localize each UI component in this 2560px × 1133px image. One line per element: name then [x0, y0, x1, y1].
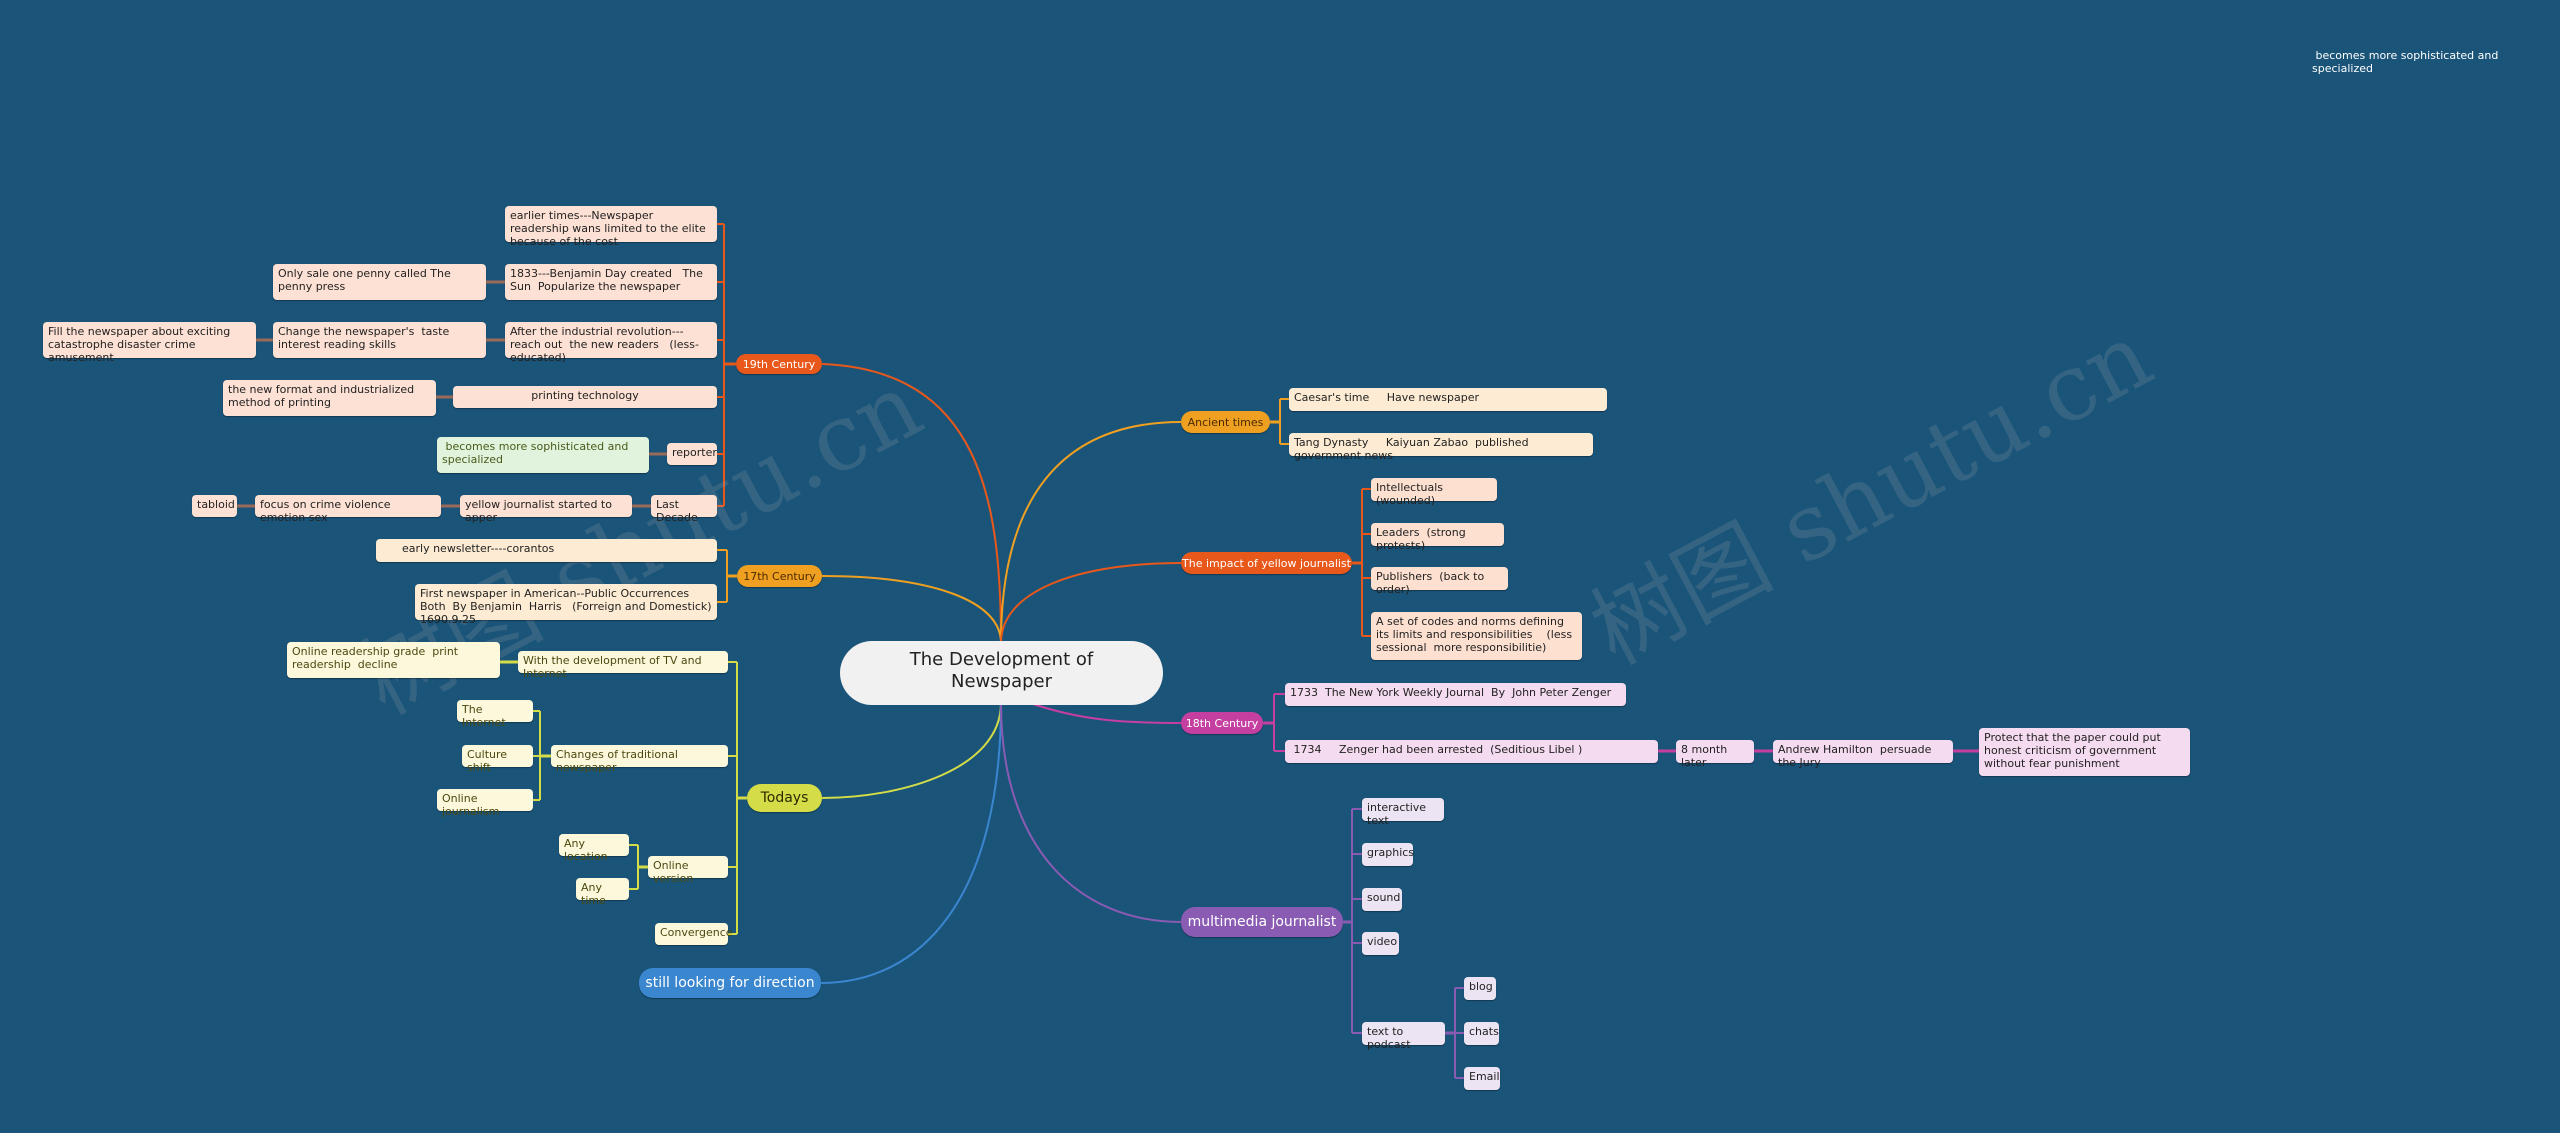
- topic-1734-arrested[interactable]: 1734 Zenger had been arrested (Seditious…: [1285, 740, 1658, 763]
- topic-video[interactable]: video: [1362, 932, 1399, 955]
- subtopic-focus-crime[interactable]: focus on crime violence emotion sex: [255, 495, 441, 524]
- subtopic-online-journalism[interactable]: Online journalism: [437, 789, 533, 818]
- topic-convergence[interactable]: Convergence: [655, 923, 733, 945]
- topic-intellectuals[interactable]: Intellectuals (wounded): [1371, 478, 1497, 507]
- subtopic-culture-shift[interactable]: Culture shift: [462, 745, 533, 774]
- subtopic-new-format[interactable]: the new format and industrialized method…: [223, 380, 436, 416]
- subtopic-chats[interactable]: chats: [1464, 1022, 1499, 1045]
- subtopic-penny-press[interactable]: Only sale one penny called The penny pre…: [273, 264, 486, 300]
- topic-sound[interactable]: sound: [1362, 888, 1402, 911]
- branch-todays[interactable]: Todays: [747, 784, 822, 812]
- topic-publishers[interactable]: Publishers (back to order): [1371, 567, 1508, 596]
- branch-17th-century[interactable]: 17th Century: [737, 565, 822, 587]
- topic-earlier-times[interactable]: earlier times---Newspaper readership wan…: [505, 206, 717, 248]
- branch-ancient-times[interactable]: Ancient times: [1181, 411, 1270, 433]
- topic-leaders[interactable]: Leaders (strong protests): [1371, 523, 1504, 552]
- subtopic-andrew-hamilton[interactable]: Andrew Hamilton persuade the Jury: [1773, 740, 1953, 769]
- subtopic-the-internet[interactable]: The Internet: [457, 700, 533, 729]
- topic-reporter[interactable]: reporter: [667, 443, 717, 465]
- topic-interactive-text[interactable]: interactive text: [1362, 798, 1444, 827]
- subtopic-change-taste[interactable]: Change the newspaper's taste interest re…: [273, 322, 486, 358]
- topic-1733-weekly-journal[interactable]: 1733 The New York Weekly Journal By John…: [1285, 683, 1626, 706]
- branch-still-looking-for-direction[interactable]: still looking for direction: [639, 968, 821, 998]
- link-root-direction: [820, 702, 1002, 984]
- floating-text[interactable]: becomes more sophisticated and specializ…: [2312, 49, 2522, 75]
- link-root-multimedia: [1000, 702, 1182, 923]
- link-root-18th: [1029, 702, 1182, 724]
- branch-impact-yellow-journalist[interactable]: The impact of yellow journalist: [1181, 552, 1352, 574]
- subtopic-protect-paper[interactable]: Protect that the paper could put honest …: [1979, 728, 2190, 776]
- link-root-impact: [1000, 562, 1182, 644]
- topic-online-version[interactable]: Online version: [648, 856, 728, 885]
- branch-19th-century[interactable]: 19th Century: [736, 354, 822, 374]
- subtopic-yellow-journalist[interactable]: yellow journalist started to apper: [460, 495, 632, 524]
- subtopic-fill-newspaper[interactable]: Fill the newspaper about exciting catast…: [43, 322, 256, 364]
- topic-first-newspaper[interactable]: First newspaper in American--Public Occu…: [415, 584, 717, 626]
- subtopic-blog[interactable]: blog: [1464, 977, 1496, 1000]
- topic-early-newsletter[interactable]: early newsletter----corantos: [376, 539, 717, 562]
- watermark: 树图 shutu.cn: [1574, 301, 2169, 686]
- topic-printing-technology[interactable]: printing technology: [453, 386, 717, 408]
- subtopic-any-time[interactable]: Any time: [576, 878, 629, 907]
- branch-18th-century[interactable]: 18th Century: [1181, 712, 1263, 734]
- topic-industrial-revolution[interactable]: After the industrial revolution---reach …: [505, 322, 717, 364]
- root-topic[interactable]: The Development of Newspaper: [840, 641, 1163, 705]
- topic-1833-the-sun[interactable]: 1833---Benjamin Day created The Sun Popu…: [505, 264, 717, 300]
- topic-caesars-time[interactable]: Caesar's time Have newspaper: [1289, 388, 1607, 411]
- mindmap-canvas: 树图 shutu.cn 树图 shutu.cn becomes more sop…: [0, 0, 2560, 1133]
- topic-changes-traditional[interactable]: Changes of traditional newspaper: [551, 745, 728, 774]
- subtopic-sophisticated[interactable]: becomes more sophisticated and specializ…: [437, 437, 649, 473]
- subtopic-email[interactable]: Email: [1464, 1067, 1500, 1090]
- link-root-todays: [821, 702, 1002, 799]
- topic-tv-internet[interactable]: With the development of TV and Internet: [518, 651, 728, 680]
- subtopic-tabloid[interactable]: tabloid: [192, 495, 237, 517]
- topic-last-decade[interactable]: Last Decade: [651, 495, 717, 524]
- topic-tang-dynasty[interactable]: Tang Dynasty Kaiyuan Zabao published gov…: [1289, 433, 1593, 462]
- topic-codes-norms[interactable]: A set of codes and norms defining its li…: [1371, 612, 1582, 660]
- link-root-ancient: [1000, 421, 1182, 644]
- link-root-19th: [821, 363, 1002, 644]
- topic-graphics[interactable]: graphics: [1362, 843, 1414, 866]
- subtopic-8-month-later[interactable]: 8 month later: [1676, 740, 1754, 769]
- subtopic-online-readership[interactable]: Online readership grade print readership…: [287, 642, 500, 678]
- branch-multimedia-journalist[interactable]: multimedia journalist: [1181, 907, 1343, 937]
- topic-text-to-podcast[interactable]: text to podcast: [1362, 1022, 1445, 1051]
- link-root-17th: [821, 575, 1002, 644]
- subtopic-any-location[interactable]: Any location: [559, 834, 629, 863]
